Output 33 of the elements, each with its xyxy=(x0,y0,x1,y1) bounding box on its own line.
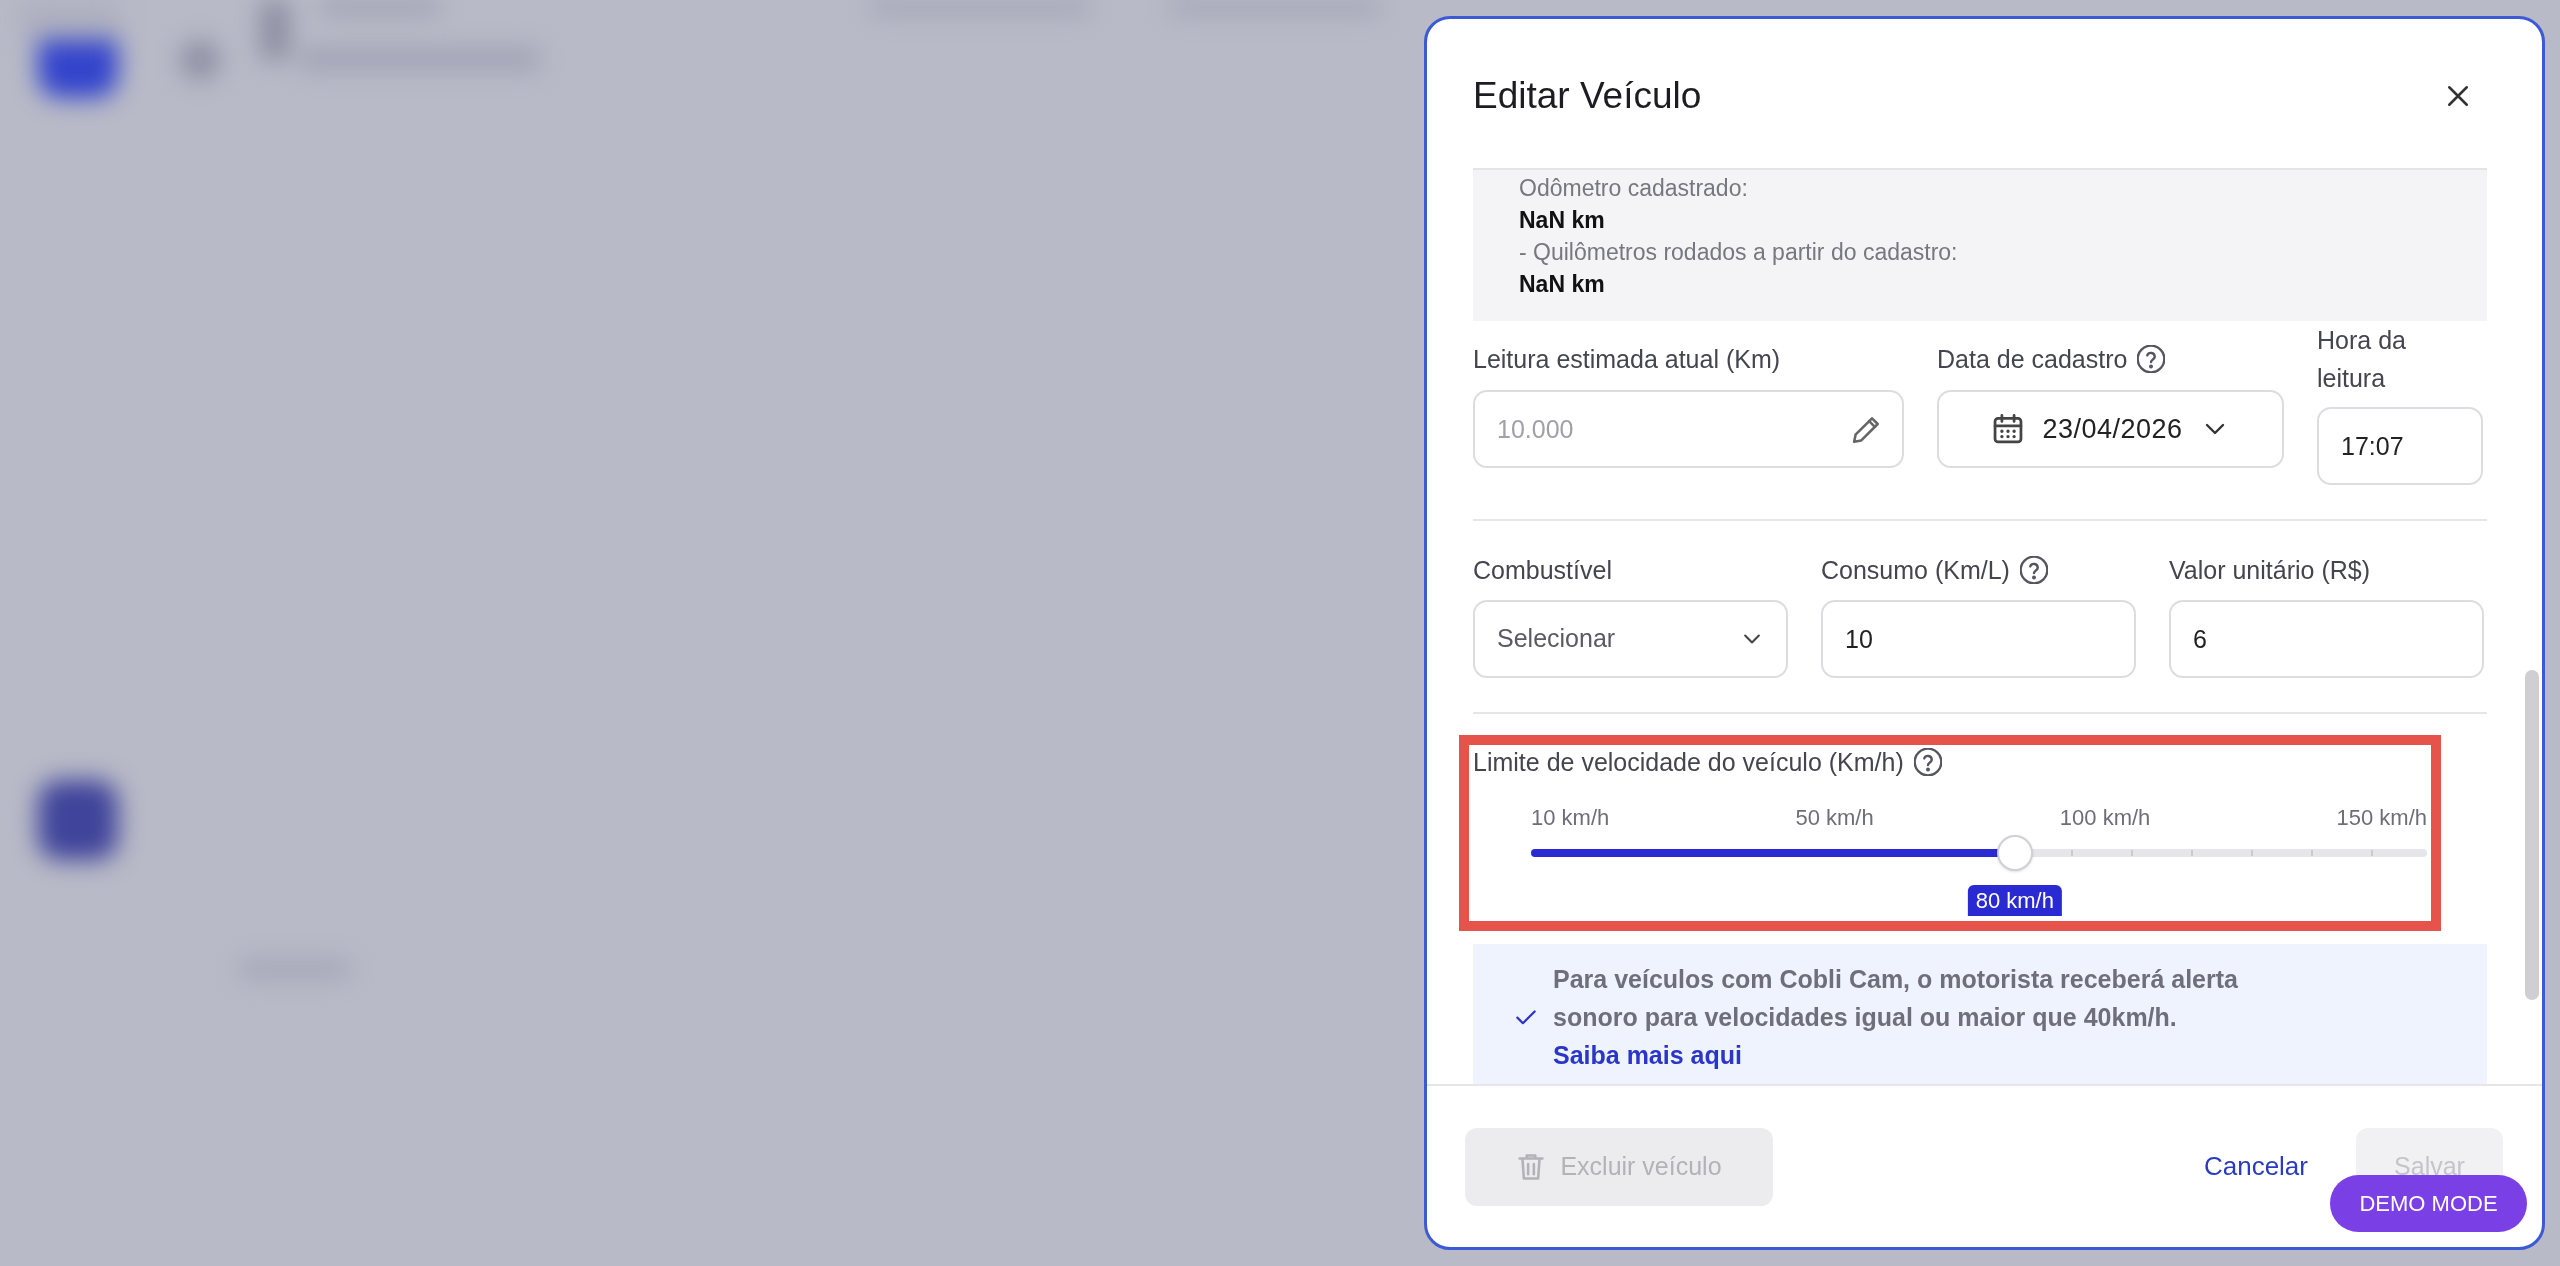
calendar-icon xyxy=(1992,413,2025,445)
date-picker[interactable]: 23/04/2026 xyxy=(1937,390,2284,468)
time-input[interactable]: 17:07 xyxy=(2317,407,2483,485)
slider[interactable] xyxy=(1531,835,2427,871)
odometer-label: Odômetro cadastrado: xyxy=(1519,174,1749,203)
slider-thumb[interactable] xyxy=(1996,835,2033,871)
field-label: Hora da leitura xyxy=(2317,325,2407,394)
trash-icon xyxy=(1516,1151,1547,1182)
modal-title: Editar Veículo xyxy=(1473,73,1702,118)
demo-mode-toast: DEMO MODE xyxy=(2330,1175,2527,1232)
info-text: Para veículos com Cobli Cam, o motorista receberá alerta sonoro para velocidades igual ou maior que 40km/h. Saiba mais aqui xyxy=(1553,964,2239,1071)
tick-label: 100 km/h xyxy=(2059,804,2151,832)
tick-label: 10 km/h xyxy=(1531,804,1610,832)
field-label: Consumo (Km/L) xyxy=(1821,555,2010,586)
number-input[interactable]: 10 xyxy=(1821,600,2136,678)
field-label: Data de cadastro xyxy=(1937,344,2128,375)
speed-value-tooltip: 80 km/h xyxy=(1967,885,2062,916)
fuel-select[interactable]: Selecionar xyxy=(1473,600,1788,678)
field-label: Combustível xyxy=(1473,555,1612,586)
odometer-input[interactable]: 10.000 xyxy=(1473,390,1904,468)
cancel-link[interactable]: Cancelar xyxy=(2203,1147,2308,1186)
field-label: Valor unitário (R$) xyxy=(2169,555,2370,586)
field-label: Limite de velocidade do veículo (Km/h) xyxy=(1473,747,1904,778)
number-input[interactable]: 6 xyxy=(2169,600,2484,678)
odometer-value: NaN km xyxy=(1519,270,1606,299)
odometer-value: NaN km xyxy=(1519,206,1606,235)
scrollbar[interactable] xyxy=(2525,670,2539,1000)
tick-label: 50 km/h xyxy=(1795,804,1874,832)
field-label: Leitura estimada atual (Km) xyxy=(1473,344,1781,375)
tick-label: 150 km/h xyxy=(2336,804,2427,832)
pencil-icon xyxy=(1852,414,1882,444)
odometer-label: - Quilômetros rodados a partir do cadastro: xyxy=(1519,238,1959,267)
learn-more-link[interactable]: Saiba mais aqui xyxy=(1553,1041,1742,1069)
